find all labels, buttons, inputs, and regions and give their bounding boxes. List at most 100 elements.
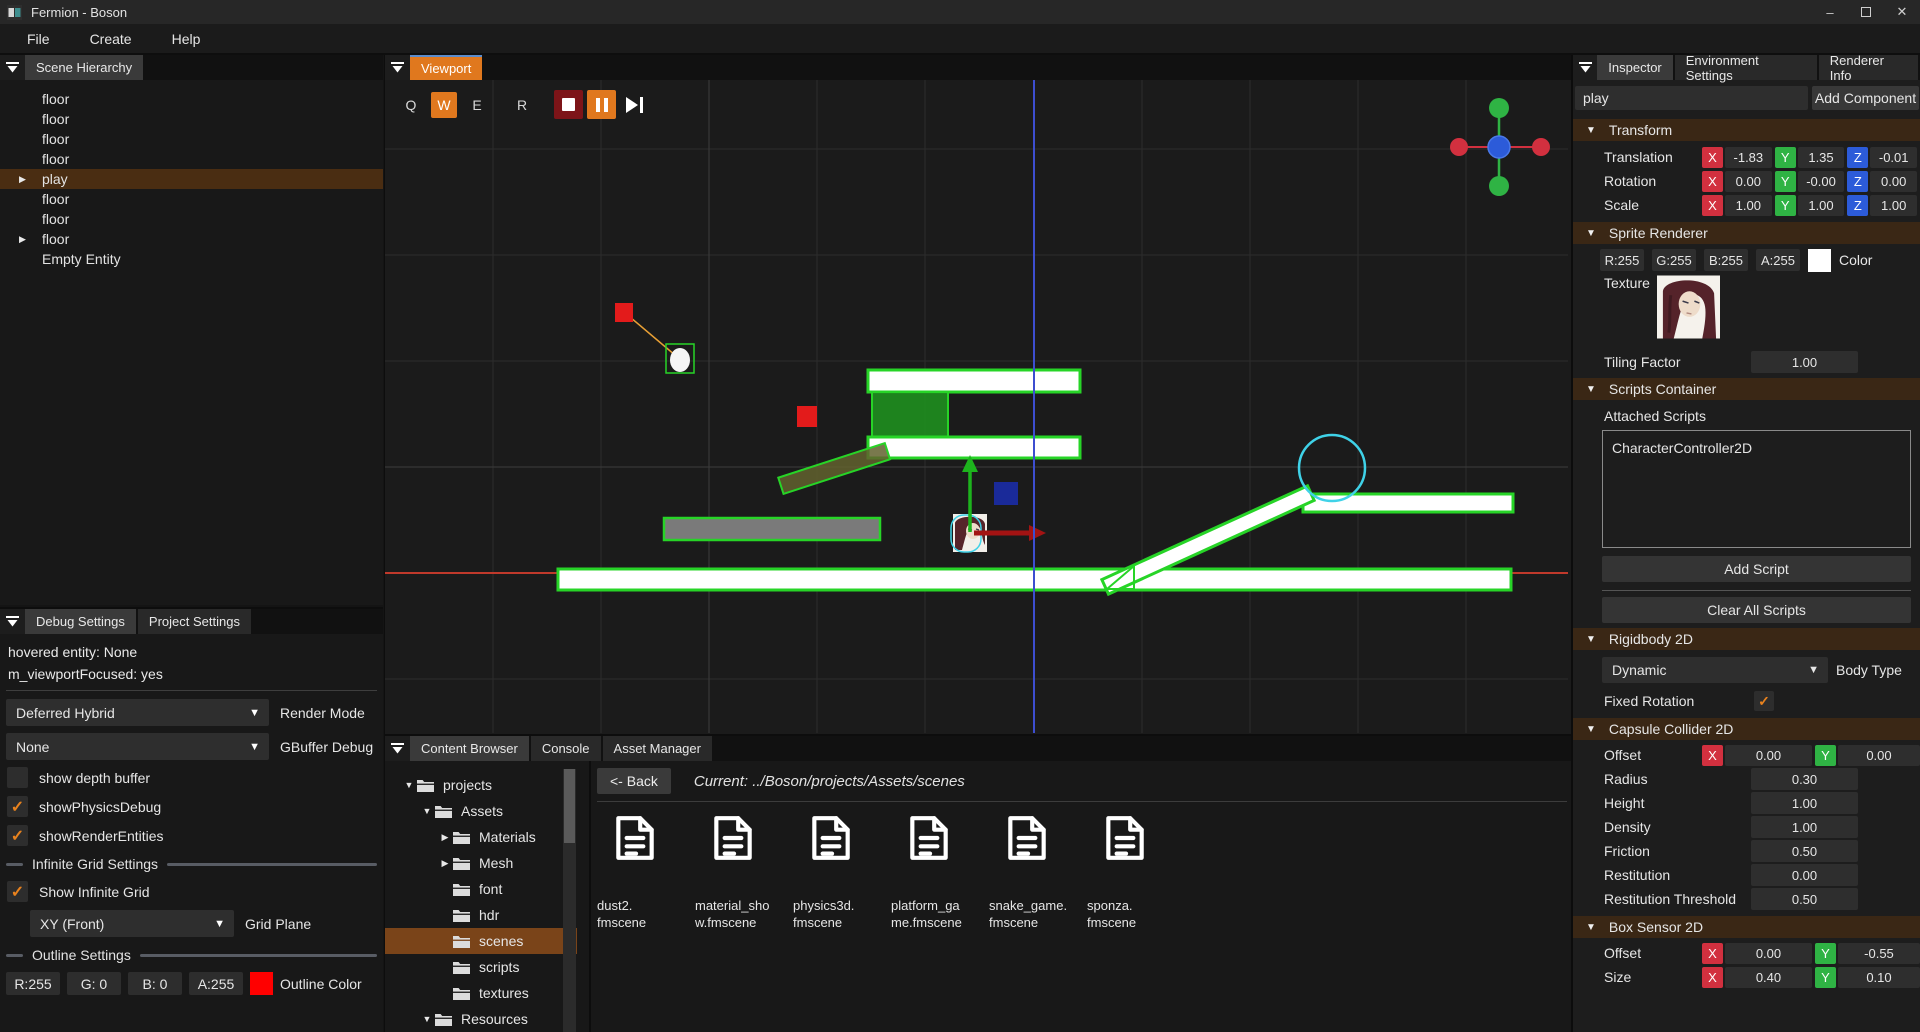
outline-g-field[interactable]: G: 0: [67, 972, 121, 995]
entity-right-platform[interactable]: [1303, 494, 1513, 512]
tree-item-materials[interactable]: ▶ Materials: [385, 824, 577, 850]
tree-item-resources[interactable]: ▼ Resources: [385, 1006, 577, 1032]
sensor-size-x-field[interactable]: 0.40: [1725, 967, 1812, 988]
hierarchy-item[interactable]: floor: [0, 149, 383, 169]
tree-item-textures[interactable]: textures: [385, 980, 577, 1006]
tool-w-button[interactable]: W: [431, 92, 457, 118]
tree-closed-icon[interactable]: ▶: [437, 858, 453, 869]
entity-capsule-bar[interactable]: [778, 443, 890, 494]
gizmo-y-neg-ball[interactable]: [1489, 176, 1509, 196]
entity-green-box[interactable]: [872, 392, 948, 437]
tree-open-icon[interactable]: ▼: [401, 780, 417, 790]
sensor-offset-x-field[interactable]: 0.00: [1725, 943, 1812, 964]
tree-closed-icon[interactable]: ▶: [437, 832, 453, 843]
entity-name-input[interactable]: play: [1575, 86, 1808, 110]
step-button[interactable]: [620, 90, 649, 119]
tiling-factor-field[interactable]: 1.00: [1751, 351, 1858, 373]
rigidbody-section-header[interactable]: ▼ Rigidbody 2D: [1573, 628, 1920, 650]
tree-item-mesh[interactable]: ▶ Mesh: [385, 850, 577, 876]
gizmo-z-ball[interactable]: [1488, 136, 1510, 158]
sprite-g-field[interactable]: G:255: [1652, 249, 1696, 271]
gbuffer-debug-dropdown[interactable]: None ▼: [6, 733, 269, 760]
density-field[interactable]: 1.00: [1751, 816, 1858, 838]
pause-button[interactable]: [587, 90, 616, 119]
radius-field[interactable]: 0.30: [1751, 768, 1858, 790]
hierarchy-item[interactable]: Empty Entity: [0, 249, 383, 269]
minimize-button[interactable]: –: [1812, 0, 1848, 24]
panel-collapse-button[interactable]: [385, 736, 410, 761]
menu-file[interactable]: File: [27, 31, 50, 47]
tree-item-hdr[interactable]: hdr: [385, 902, 577, 928]
tab-content-browser[interactable]: Content Browser: [410, 736, 529, 761]
close-button[interactable]: ✕: [1884, 0, 1920, 24]
circle-collider-outline[interactable]: [1299, 435, 1365, 501]
height-field[interactable]: 1.00: [1751, 792, 1858, 814]
add-component-button[interactable]: Add Component: [1812, 86, 1919, 110]
add-script-button[interactable]: Add Script: [1602, 556, 1911, 582]
file-platform-game[interactable]: platform_game.fmscene: [891, 813, 989, 931]
transform-section-header[interactable]: ▼ Transform: [1573, 119, 1920, 141]
tree-open-icon[interactable]: ▼: [419, 1014, 435, 1024]
tree-item-font[interactable]: font: [385, 876, 577, 902]
hierarchy-item[interactable]: floor: [0, 209, 383, 229]
scripts-container-section-header[interactable]: ▼ Scripts Container: [1573, 378, 1920, 400]
scale-x-field[interactable]: 1.00: [1725, 195, 1772, 216]
show-depth-buffer-checkbox[interactable]: [7, 767, 28, 788]
tree-item-assets[interactable]: ▼ Assets: [385, 798, 577, 824]
tool-r-button[interactable]: R: [509, 92, 535, 118]
gizmo-y-pos-ball[interactable]: [1489, 98, 1509, 118]
expand-arrow-icon[interactable]: ▶: [19, 234, 26, 245]
outline-b-field[interactable]: B: 0: [128, 972, 182, 995]
sensor-offset-y-field[interactable]: -0.55: [1838, 943, 1920, 964]
tab-asset-manager[interactable]: Asset Manager: [603, 736, 712, 761]
translation-x-field[interactable]: -1.83: [1725, 147, 1772, 168]
grid-plane-dropdown[interactable]: XY (Front) ▼: [30, 910, 234, 937]
file-material-show[interactable]: material_show.fmscene: [695, 813, 793, 931]
entity-red-marker[interactable]: [797, 406, 817, 427]
scrollbar-thumb[interactable]: [564, 769, 575, 843]
hierarchy-item[interactable]: floor: [0, 109, 383, 129]
panel-collapse-button[interactable]: [0, 55, 25, 80]
menu-create[interactable]: Create: [90, 31, 132, 47]
tree-item-scenes-selected[interactable]: scenes: [385, 928, 577, 954]
file-snake-game[interactable]: snake_game.fmscene: [989, 813, 1087, 931]
restitution-field[interactable]: 0.00: [1751, 864, 1858, 886]
tab-inspector[interactable]: Inspector: [1597, 55, 1672, 80]
tree-item-scripts[interactable]: scripts: [385, 954, 577, 980]
box-sensor-section-header[interactable]: ▼ Box Sensor 2D: [1573, 916, 1920, 938]
hierarchy-item[interactable]: floor: [0, 89, 383, 109]
capsule-offset-y-field[interactable]: 0.00: [1838, 745, 1920, 766]
menu-help[interactable]: Help: [172, 31, 201, 47]
panel-collapse-button[interactable]: [1573, 55, 1597, 80]
sensor-size-y-field[interactable]: 0.10: [1838, 967, 1920, 988]
sprite-b-field[interactable]: B:255: [1704, 249, 1748, 271]
tab-debug-settings[interactable]: Debug Settings: [25, 609, 136, 634]
tree-open-icon[interactable]: ▼: [419, 806, 435, 816]
tab-scene-hierarchy[interactable]: Scene Hierarchy: [25, 55, 143, 80]
sprite-color-swatch[interactable]: [1808, 249, 1831, 272]
sprite-r-field[interactable]: R:255: [1600, 249, 1644, 271]
translation-z-field[interactable]: -0.01: [1870, 147, 1917, 168]
file-dust2[interactable]: dust2.fmscene: [597, 813, 695, 931]
outline-color-swatch[interactable]: [250, 972, 273, 995]
panel-collapse-button[interactable]: [0, 609, 25, 634]
body-type-dropdown[interactable]: Dynamic ▼: [1602, 657, 1828, 683]
tree-item-projects[interactable]: ▼ projects: [385, 772, 577, 798]
back-button[interactable]: <- Back: [597, 768, 671, 794]
gizmo-x-pos-ball[interactable]: [1532, 138, 1550, 156]
file-physics3d[interactable]: physics3d.fmscene: [793, 813, 891, 931]
entity-bottom-platform[interactable]: [868, 437, 1080, 458]
tab-project-settings[interactable]: Project Settings: [138, 609, 251, 634]
orientation-gizmo[interactable]: [1450, 98, 1550, 196]
maximize-button[interactable]: [1848, 0, 1884, 24]
tree-scrollbar[interactable]: [563, 769, 576, 1032]
rotation-x-field[interactable]: 0.00: [1725, 171, 1772, 192]
tab-viewport[interactable]: Viewport: [410, 55, 482, 80]
sprite-renderer-section-header[interactable]: ▼ Sprite Renderer: [1573, 222, 1920, 244]
clear-all-scripts-button[interactable]: Clear All Scripts: [1602, 597, 1911, 623]
outline-r-field[interactable]: R:255: [6, 972, 60, 995]
entity-anchor-square[interactable]: [615, 303, 633, 322]
viewport-canvas[interactable]: Q W E R: [385, 80, 1571, 734]
render-mode-dropdown[interactable]: Deferred Hybrid ▼: [6, 699, 269, 726]
tab-console[interactable]: Console: [531, 736, 601, 761]
